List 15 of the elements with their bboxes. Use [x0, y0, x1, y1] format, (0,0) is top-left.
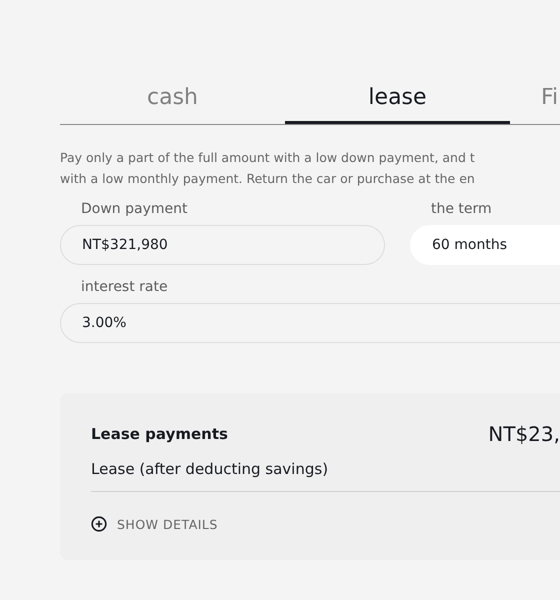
show-details-link[interactable]: SHOW DETAILS — [91, 516, 218, 532]
tab[interactable]: cash — [60, 70, 285, 124]
tab[interactable]: Fi — [510, 70, 560, 124]
summary-label: Lease (after deducting savings) — [91, 460, 328, 478]
description-text: Pay only a part of the full amount with a low down payment, and t with a low monthly payment. Return the car or purchase at the en — [60, 149, 476, 188]
summary-label: Lease payments — [91, 425, 228, 443]
field-label: the term — [430, 201, 493, 217]
input-field[interactable]: 3.00% — [60, 303, 560, 343]
input-field[interactable]: NT$321,980 — [60, 225, 385, 265]
field-label: Down payment — [80, 201, 188, 217]
tab[interactable]: lease — [285, 70, 510, 124]
term-select[interactable]: 60 months — [410, 225, 560, 265]
summary-value: NT$23, — [488, 422, 560, 446]
field-label: interest rate — [80, 279, 169, 295]
plus-circle-icon — [91, 516, 107, 532]
